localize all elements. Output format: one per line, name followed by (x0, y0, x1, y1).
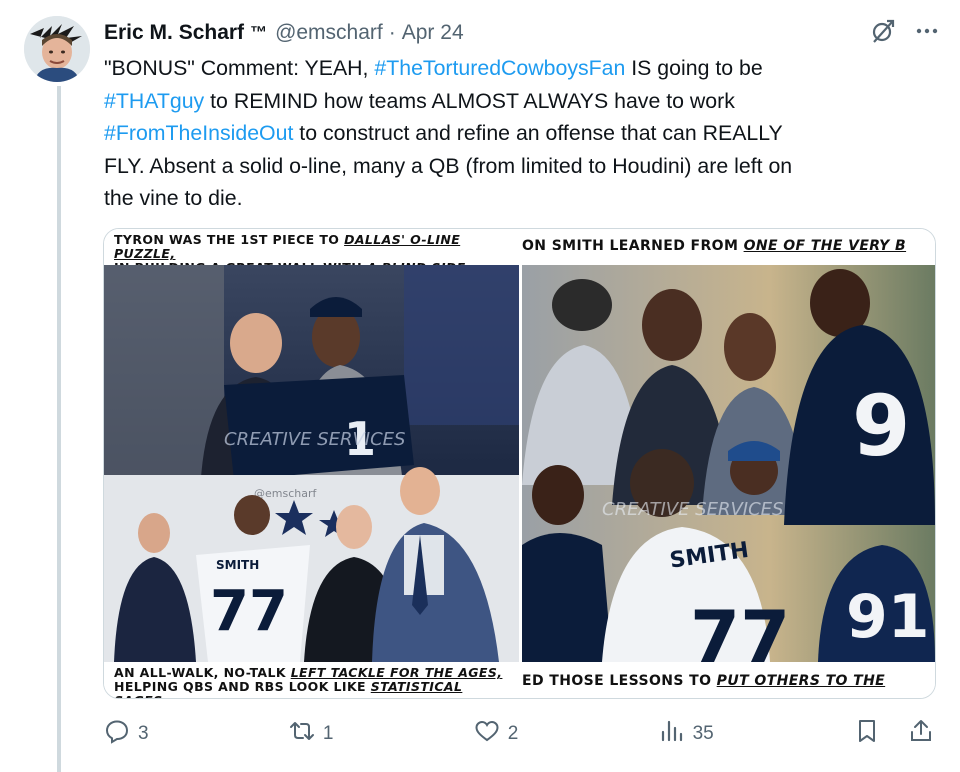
media-image-left[interactable]: TYRON WAS THE 1ST PIECE TO DALLAS' O-LIN… (104, 229, 519, 698)
tweet-text-segment: IS going to be (631, 56, 763, 80)
right-top-caption-emph: ONE OF THE VERY B (743, 238, 907, 254)
left-bottom-caption: AN ALL-WALK, NO-TALK LEFT TACKLE FOR THE… (114, 665, 519, 699)
right-top-caption-text: ON SMITH LEARNED FROM (522, 238, 744, 254)
tweet-header: Eric M. Scharf ™ @emscharf · Apr 24 (104, 18, 940, 48)
right-jersey-number-77: 77 (690, 595, 790, 662)
left-photo: 1 CREATIVE SERVICES @emscharf SMITH 77 (104, 265, 519, 662)
repost-button[interactable]: 1 (289, 718, 334, 750)
right-bottom-caption-emph: PUT OTHERS TO THE (716, 673, 886, 689)
left-bottom-caption-line2: HELPING QBS AND RBS LOOK LIKE (114, 679, 371, 694)
right-photo: 9 SMITH 77 91 CREATIVE SERVICES (522, 265, 935, 679)
right-bottom-caption: ED THOSE LESSONS TO PUT OTHERS TO THE (522, 674, 935, 688)
reply-icon (104, 718, 130, 750)
thread-line (57, 86, 61, 772)
tweet-text-segment: to REMIND how teams ALMOST ALWAYS have t… (210, 88, 735, 113)
tweet-text: "BONUS" Comment: YEAH, #TheTorturedCowbo… (104, 52, 924, 215)
views-button[interactable]: 35 (659, 718, 714, 750)
bookmark-icon (854, 718, 880, 750)
tweet-text-segment: "BONUS" Comment: YEAH, (104, 56, 375, 80)
left-bottom-caption-line1: AN ALL-WALK, NO-TALK (114, 665, 291, 680)
hashtag-link[interactable]: #THATguy (104, 89, 204, 113)
avatar[interactable] (24, 16, 90, 82)
share-button[interactable] (908, 718, 934, 750)
reply-button[interactable]: 3 (104, 718, 149, 750)
author-handle[interactable]: @emscharf (275, 21, 383, 45)
tweet-actions-right (854, 718, 934, 750)
avatar-image (24, 16, 90, 82)
repost-count: 1 (322, 723, 334, 744)
separator-dot: · (388, 21, 396, 44)
right-watermark: CREATIVE SERVICES (602, 499, 783, 520)
left-bottom-caption-line1-emph: LEFT TACKLE FOR THE AGES, (290, 665, 503, 680)
views-count: 35 (692, 723, 714, 744)
media-image-right[interactable]: ON SMITH LEARNED FROM ONE OF THE VERY B (522, 229, 935, 698)
left-jersey-number: 77 (210, 579, 288, 644)
like-count: 2 (507, 723, 519, 744)
right-jersey-number-91: 91 (846, 582, 930, 652)
views-icon (659, 718, 685, 750)
left-watermark-handle: @emscharf (254, 487, 317, 500)
author-name[interactable]: Eric M. Scharf (104, 21, 244, 45)
header-actions (870, 18, 940, 49)
right-bottom-caption-text: ED THOSE LESSONS TO (522, 673, 717, 689)
right-top-caption: ON SMITH LEARNED FROM ONE OF THE VERY B (522, 239, 935, 253)
left-top-caption-line1: TYRON WAS THE 1ST PIECE TO (114, 232, 345, 247)
tweet-date[interactable]: Apr 24 (402, 21, 464, 45)
tweet-actions: 3 1 2 35 (104, 718, 934, 750)
hashtag-link[interactable]: #FromTheInsideOut (104, 121, 293, 145)
bookmark-button[interactable] (854, 718, 880, 750)
left-jersey-name: SMITH (216, 558, 259, 572)
media-attachment[interactable]: TYRON WAS THE 1ST PIECE TO DALLAS' O-LIN… (103, 228, 936, 699)
reply-count: 3 (138, 723, 149, 744)
repost-icon (289, 718, 315, 750)
like-icon (474, 718, 500, 750)
right-jersey-number-9: 9 (852, 377, 910, 475)
more-icon[interactable] (914, 18, 940, 49)
grok-icon[interactable] (870, 18, 896, 49)
hashtag-link[interactable]: #TheTorturedCowboysFan (374, 56, 625, 80)
trademark-symbol: ™ (250, 23, 268, 42)
left-watermark: CREATIVE SERVICES (224, 429, 405, 450)
share-icon (908, 718, 934, 750)
like-button[interactable]: 2 (474, 718, 519, 750)
